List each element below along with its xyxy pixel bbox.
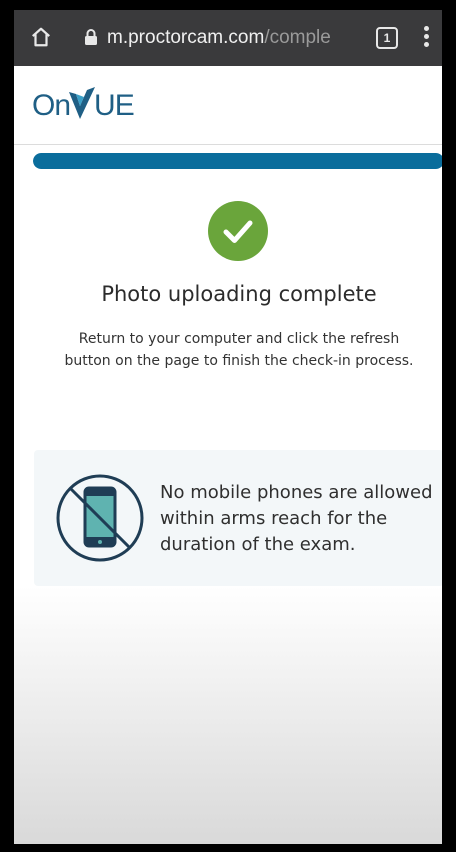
address-bar[interactable]: m.proctorcam.com/comple xyxy=(107,24,357,52)
url-host: m.proctorcam.com xyxy=(107,27,265,48)
page-background xyxy=(14,586,442,844)
progress-bar xyxy=(33,153,442,169)
lock-icon xyxy=(85,29,97,45)
logo-text-ue: UE xyxy=(94,89,135,122)
status-description: Return to your computer and click the re… xyxy=(64,331,414,369)
app-header: On UE xyxy=(14,66,442,145)
tab-switcher-button[interactable]: 1 xyxy=(376,27,398,49)
home-icon[interactable] xyxy=(30,26,52,48)
notice-text: No mobile phones are allowed within arms… xyxy=(160,482,433,555)
logo-v-checkmark xyxy=(69,87,96,119)
progress-fill xyxy=(33,153,442,169)
logo-text-on: On xyxy=(32,89,71,122)
status-title: Photo uploading complete xyxy=(101,282,377,306)
success-check-icon xyxy=(208,201,268,261)
phone-screen: m.proctorcam.com/comple 1 On UE Photo up… xyxy=(14,10,442,844)
no-phone-notice: No mobile phones are allowed within arms… xyxy=(34,450,442,586)
browser-toolbar: m.proctorcam.com/comple 1 xyxy=(14,10,442,66)
onvue-logo: On UE xyxy=(32,86,135,126)
url-path: /comple xyxy=(264,27,331,48)
no-phone-icon xyxy=(56,474,144,562)
more-menu-icon[interactable] xyxy=(424,26,430,50)
